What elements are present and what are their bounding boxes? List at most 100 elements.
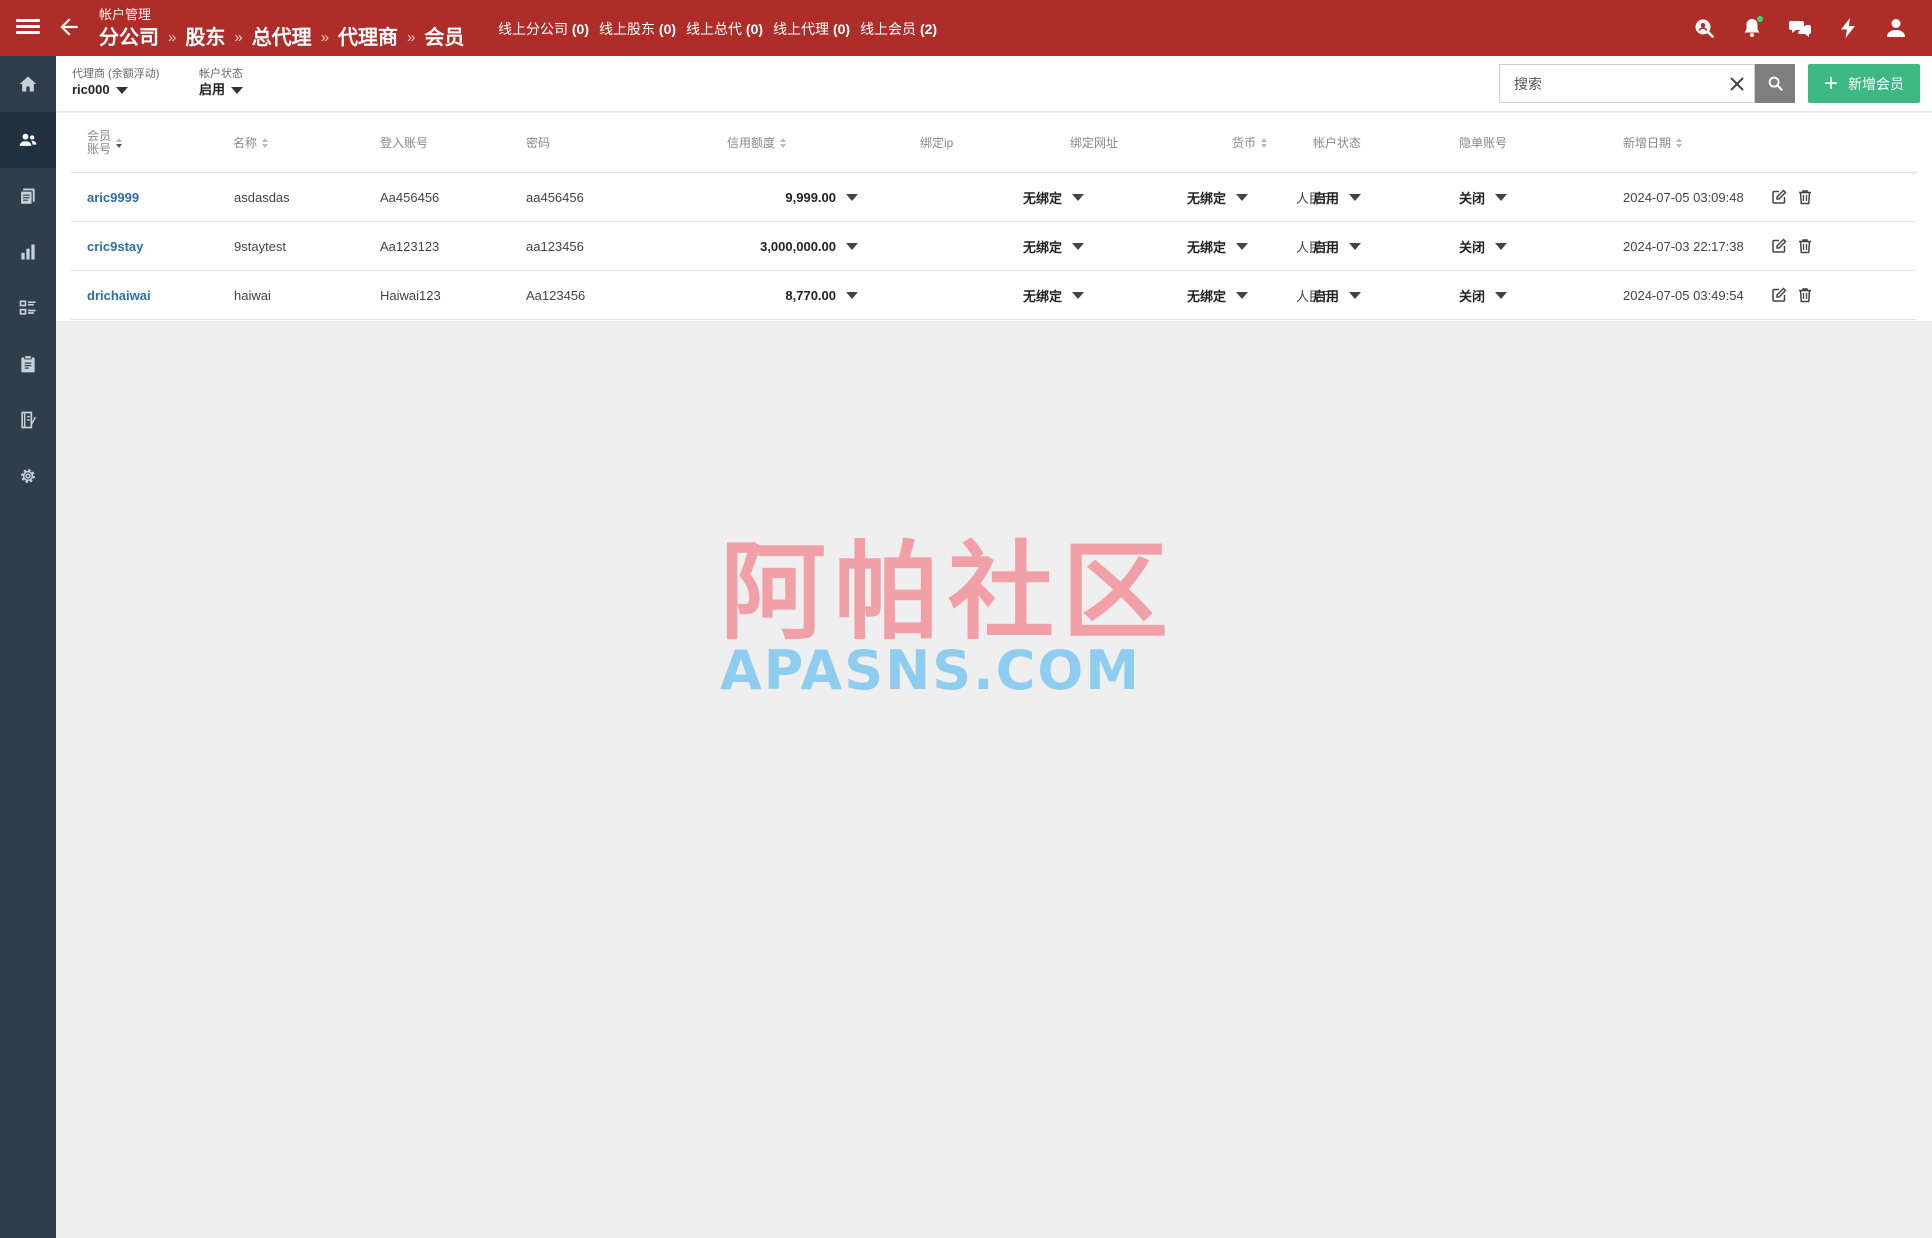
hamburger-menu-icon[interactable] — [16, 16, 40, 40]
bind-ip-select[interactable]: 无绑定 — [1023, 173, 1084, 221]
status-select[interactable]: 启用 — [1313, 222, 1362, 270]
sidebar-item-documents[interactable] — [0, 168, 56, 224]
bind-ip-select[interactable]: 无绑定 — [1023, 271, 1084, 319]
sidebar-item-reports[interactable] — [0, 224, 56, 280]
user-icon[interactable] — [1884, 16, 1908, 40]
sidebar-item-accounts[interactable] — [0, 112, 56, 168]
account-link[interactable]: cric9stay — [87, 222, 143, 270]
breadcrumb-separator: » — [407, 29, 416, 46]
sidebar-item-lists[interactable] — [0, 280, 56, 336]
breadcrumb-branch[interactable]: 分公司 — [99, 25, 159, 51]
sidebar-item-home[interactable] — [0, 56, 56, 112]
chevron-down-icon[interactable] — [231, 86, 244, 94]
search-button[interactable] — [1755, 64, 1795, 103]
watermark-cn: 阿帕社区 — [720, 531, 1176, 654]
edit-icon[interactable] — [1769, 236, 1789, 256]
sort-icon[interactable] — [1676, 138, 1683, 148]
column-account[interactable]: 会员 账号 — [87, 113, 123, 173]
sort-icon[interactable] — [1261, 138, 1268, 148]
credit-limit[interactable]: 3,000,000.00 — [760, 222, 858, 270]
status-filter-value: 启用 — [199, 82, 226, 97]
column-date[interactable]: 新增日期 — [1623, 113, 1683, 173]
status-select[interactable]: 启用 — [1313, 271, 1362, 319]
created-date: 2024-07-03 22:17:38 — [1623, 238, 1744, 254]
chevron-down-icon[interactable] — [1495, 193, 1508, 201]
chevron-down-icon[interactable] — [1236, 242, 1248, 250]
online-agent-stat[interactable]: 线上代理 (0) — [773, 19, 850, 39]
chevron-down-icon[interactable] — [1349, 242, 1362, 250]
search-input[interactable] — [1500, 65, 1720, 102]
sort-icon[interactable] — [116, 138, 123, 148]
bell-icon[interactable] — [1740, 16, 1764, 40]
list-icon — [19, 300, 36, 315]
plus-icon: + — [1823, 69, 1838, 97]
chevron-down-icon[interactable] — [1072, 242, 1084, 250]
table-header: 会员 账号 名称 登入账号 密码 信用额度 绑定ip 绑定网址 货币 帐户状态 隐… — [71, 113, 1917, 173]
search-user-icon[interactable] — [1692, 16, 1716, 40]
chevron-down-icon[interactable] — [1495, 291, 1508, 299]
bind-url-select[interactable]: 无绑定 — [1187, 173, 1248, 221]
chevron-down-icon[interactable] — [1495, 242, 1508, 250]
close-icon[interactable] — [1720, 67, 1754, 101]
column-currency[interactable]: 货币 — [1232, 113, 1268, 173]
breadcrumb-general-agent[interactable]: 总代理 — [252, 25, 312, 51]
status-filter[interactable]: 帐户状态 启用 — [199, 68, 244, 99]
breadcrumb-separator: » — [320, 29, 330, 46]
sidebar-item-notebook[interactable] — [0, 392, 56, 448]
clipboard-icon — [21, 355, 35, 373]
agent-filter[interactable]: 代理商 (余额浮动) ric000 — [72, 68, 159, 99]
lightning-icon[interactable] — [1836, 16, 1860, 40]
notification-dot — [1757, 16, 1763, 22]
column-name[interactable]: 名称 — [233, 113, 269, 173]
chevron-down-icon[interactable] — [1236, 291, 1248, 299]
chevron-down-icon[interactable] — [1349, 193, 1362, 201]
account-link[interactable]: aric9999 — [87, 173, 139, 221]
add-member-button[interactable]: + 新增会员 — [1808, 64, 1920, 103]
sidebar — [0, 56, 56, 1238]
chevron-down-icon[interactable] — [1072, 291, 1084, 299]
bind-url-select[interactable]: 无绑定 — [1187, 271, 1248, 319]
chevron-down-icon[interactable] — [846, 242, 858, 250]
online-branch-stat[interactable]: 线上分公司 (0) — [498, 19, 589, 39]
column-credit[interactable]: 信用额度 — [727, 113, 787, 173]
sort-icon[interactable] — [262, 138, 269, 148]
member-name: 9staytest — [234, 238, 287, 254]
chevron-down-icon[interactable] — [846, 291, 858, 299]
users-icon — [19, 133, 37, 146]
hidden-account-select[interactable]: 关闭 — [1459, 271, 1508, 319]
chevron-down-icon[interactable] — [1236, 193, 1248, 201]
chevron-down-icon[interactable] — [115, 86, 128, 94]
column-login: 登入账号 — [380, 135, 429, 150]
status-filter-label: 帐户状态 — [199, 68, 243, 80]
sort-icon[interactable] — [780, 138, 787, 148]
breadcrumb-agent[interactable]: 代理商 — [338, 25, 398, 51]
edit-icon[interactable] — [1769, 187, 1789, 207]
trash-icon[interactable] — [1795, 187, 1815, 207]
credit-limit[interactable]: 9,999.00 — [785, 173, 858, 221]
bind-ip-select[interactable]: 无绑定 — [1023, 222, 1084, 270]
sidebar-item-settings[interactable] — [0, 448, 56, 504]
sidebar-item-clipboard[interactable] — [0, 336, 56, 392]
edit-icon[interactable] — [1769, 285, 1789, 305]
online-general-agent-stat[interactable]: 线上总代 (0) — [686, 19, 763, 39]
watermark: 阿帕社区 APASNS.COM — [720, 538, 1210, 698]
back-arrow-icon[interactable] — [56, 14, 82, 40]
chevron-down-icon[interactable] — [1349, 291, 1362, 299]
trash-icon[interactable] — [1795, 236, 1815, 256]
hidden-account-select[interactable]: 关闭 — [1459, 173, 1508, 221]
login-account: Aa123123 — [380, 238, 440, 254]
online-shareholder-stat[interactable]: 线上股东 (0) — [599, 19, 676, 39]
breadcrumb-shareholder[interactable]: 股东 — [185, 25, 225, 51]
trash-icon[interactable] — [1795, 285, 1815, 305]
account-link[interactable]: drichaiwai — [87, 271, 151, 319]
password-value: aa123456 — [526, 238, 584, 254]
chevron-down-icon[interactable] — [846, 193, 858, 201]
credit-limit[interactable]: 8,770.00 — [785, 271, 858, 319]
login-account: Aa456456 — [380, 189, 440, 205]
status-select[interactable]: 启用 — [1313, 173, 1362, 221]
hidden-account-select[interactable]: 关闭 — [1459, 222, 1508, 270]
chat-icon[interactable] — [1788, 16, 1812, 40]
chevron-down-icon[interactable] — [1072, 193, 1084, 201]
online-member-stat[interactable]: 线上会员 (2) — [860, 19, 937, 39]
bind-url-select[interactable]: 无绑定 — [1187, 222, 1248, 270]
